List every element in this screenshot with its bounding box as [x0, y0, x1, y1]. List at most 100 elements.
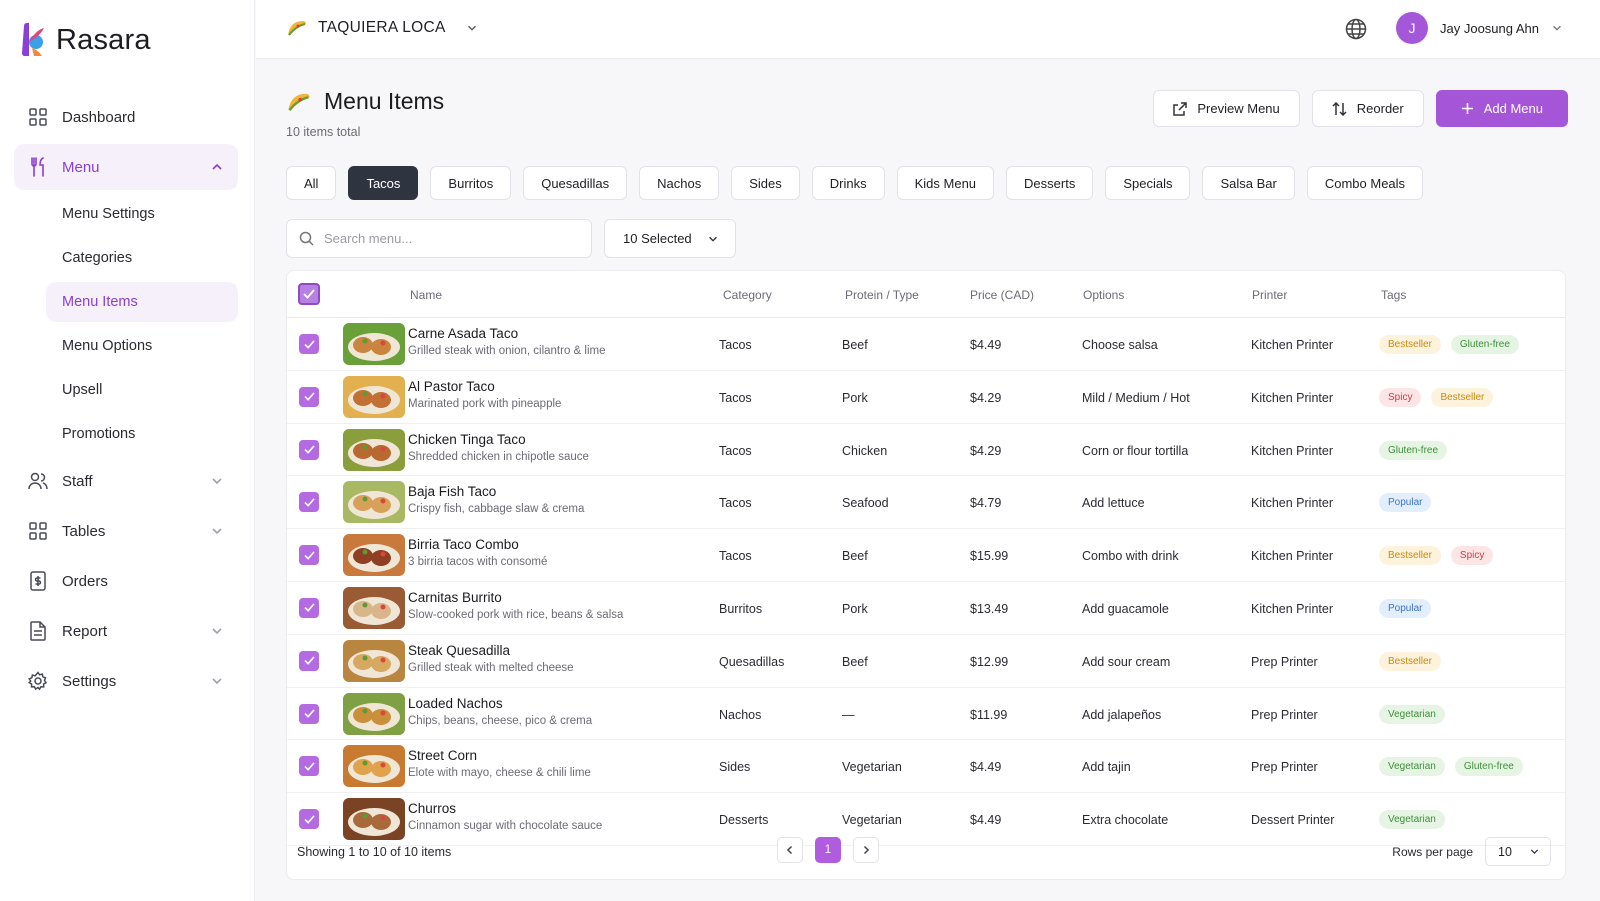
tab-all[interactable]: All [286, 166, 337, 200]
column-header-options[interactable]: Options [1083, 288, 1124, 302]
item-tags: Bestseller Spicy [1379, 546, 1503, 566]
item-description: Chips, beans, cheese, pico & crema [408, 714, 593, 727]
tab-drinks[interactable]: Drinks [811, 166, 885, 200]
prev-page-button[interactable] [777, 837, 803, 863]
showing-summary: Showing 1 to 10 of 10 items [297, 845, 452, 859]
tab-nachos[interactable]: Nachos [639, 166, 720, 200]
table-row[interactable]: Al Pastor Taco Marinated pork with pinea… [287, 371, 1565, 424]
sidebar-item-tables[interactable]: Tables [14, 508, 238, 554]
tab-desserts[interactable]: Desserts [1006, 166, 1094, 200]
item-description: Elote with mayo, cheese & chili lime [408, 767, 591, 780]
item-thumbnail [343, 586, 405, 629]
table-row[interactable]: Steak Quesadilla Grilled steak with melt… [287, 635, 1565, 688]
submenu-item-promotions[interactable]: Promotions [46, 414, 238, 454]
table-row[interactable]: Chicken Tinga Taco Shredded chicken in c… [287, 424, 1565, 477]
tab-tacos[interactable]: Tacos [348, 166, 419, 200]
sidebar-item-report[interactable]: Report [14, 608, 238, 654]
plus-icon [1461, 103, 1473, 114]
tab-quesadillas[interactable]: Quesadillas [523, 166, 628, 200]
item-price: $4.49 [970, 338, 1002, 352]
search-box [286, 219, 592, 258]
next-page-button[interactable] [853, 837, 879, 863]
sidebar-item-staff[interactable]: Staff [14, 458, 238, 504]
sidebar-item-settings[interactable]: Settings [14, 658, 238, 704]
submenu-item-menu-settings[interactable]: Menu Settings [46, 194, 238, 234]
globe-icon[interactable] [1344, 17, 1368, 41]
column-header-price[interactable]: Price (CAD) [970, 288, 1034, 302]
item-options: Mild / Medium / Hot [1082, 390, 1190, 405]
check-icon [303, 392, 315, 402]
table-row[interactable]: Baja Fish Taco Crispy fish, cabbage slaw… [287, 476, 1565, 530]
column-header-tags[interactable]: Tags [1381, 288, 1406, 302]
submenu-item-menu-options[interactable]: Menu Options [46, 326, 238, 366]
sidebar-item-menu[interactable]: Menu [14, 144, 238, 190]
grid-icon [28, 107, 48, 127]
tab-sides[interactable]: Sides [731, 166, 800, 200]
row-checkbox[interactable] [299, 597, 319, 618]
column-header-name[interactable]: Name [410, 288, 442, 302]
row-checkbox[interactable] [299, 386, 319, 407]
user-menu[interactable]: J Jay Joosung Ahn [1396, 12, 1563, 44]
add-menu-label: Add Menu [1483, 101, 1543, 116]
page-button-1[interactable]: 1 [815, 837, 841, 863]
row-checkbox[interactable] [299, 756, 319, 777]
item-name: Baja Fish Taco [408, 484, 497, 500]
row-checkbox[interactable] [299, 334, 319, 354]
reorder-button[interactable]: Reorder [1311, 90, 1424, 127]
chevron-left-icon [786, 845, 793, 855]
row-checkbox[interactable] [299, 545, 319, 566]
submenu-item-upsell[interactable]: Upsell [46, 370, 238, 410]
table-row[interactable]: Carne Asada Taco Grilled steak with onio… [287, 318, 1565, 371]
chevron-down-icon [467, 25, 476, 31]
column-header-category[interactable]: Category [723, 288, 772, 302]
submenu-item-categories[interactable]: Categories [46, 238, 238, 278]
tab-specials[interactable]: Specials [1105, 166, 1191, 200]
tab-kids-menu[interactable]: Kids Menu [896, 166, 995, 200]
app-name: Rasara [56, 23, 151, 56]
table-row[interactable]: Loaded Nachos Chips, beans, cheese, pico… [287, 688, 1565, 741]
users-icon [28, 471, 48, 491]
tag-badge: Gluten-free [1450, 335, 1519, 354]
category-tabs: All Tacos Burritos Quesadillas Nachos Si… [286, 166, 1424, 200]
page-title: Menu Items [324, 88, 445, 114]
column-header-printer[interactable]: Printer [1252, 288, 1287, 302]
rows-per-page-select[interactable]: 10 [1485, 837, 1551, 866]
chevron-down-icon [212, 628, 222, 635]
preview-menu-button[interactable]: Preview Menu [1153, 90, 1300, 127]
item-printer: Kitchen Printer [1251, 496, 1333, 511]
preview-menu-label: Preview Menu [1197, 101, 1280, 116]
tag-badge: Popular [1379, 493, 1432, 513]
item-price: $12.99 [970, 654, 1009, 669]
check-icon [303, 551, 315, 560]
item-thumbnail [343, 639, 405, 682]
table-row[interactable]: Birria Taco Combo 3 birria tacos with co… [287, 529, 1565, 582]
item-tags: Bestseller Gluten-free [1379, 335, 1529, 354]
search-input[interactable] [324, 231, 574, 246]
tab-salsa-bar[interactable]: Salsa Bar [1202, 166, 1295, 200]
tag-badge: Popular [1379, 598, 1432, 618]
table-row[interactable]: Carnitas Burrito Slow-cooked pork with r… [287, 582, 1565, 635]
item-price: $15.99 [970, 549, 1009, 564]
sidebar: Rasara Dashboard Menu Menu Settings Cate… [0, 0, 255, 901]
item-protein: Seafood [842, 496, 889, 511]
item-price: $11.99 [970, 707, 1008, 722]
tab-burritos[interactable]: Burritos [430, 166, 512, 200]
row-checkbox[interactable] [299, 703, 319, 724]
tag-badge: Spicy [1450, 546, 1494, 566]
app-logo[interactable]: Rasara [20, 22, 151, 58]
select-all-checkbox[interactable] [298, 283, 320, 305]
selection-dropdown[interactable]: 10 Selected [604, 219, 736, 258]
add-menu-button[interactable]: Add Menu [1435, 90, 1568, 127]
restaurant-switcher[interactable]: TAQUIERA LOCA [286, 18, 478, 38]
sidebar-item-orders[interactable]: Orders [14, 558, 238, 604]
row-checkbox[interactable] [299, 492, 319, 513]
column-header-protein[interactable]: Protein / Type [845, 288, 919, 302]
tab-combo-meals[interactable]: Combo Meals [1306, 166, 1424, 200]
table-row[interactable]: Street Corn Elote with mayo, cheese & ch… [287, 740, 1565, 794]
sidebar-item-label: Menu [62, 158, 100, 176]
sidebar-item-dashboard[interactable]: Dashboard [14, 94, 238, 140]
submenu-item-menu-items[interactable]: Menu Items [46, 282, 238, 322]
row-checkbox[interactable] [299, 439, 319, 460]
row-checkbox[interactable] [299, 650, 319, 671]
chevron-up-icon [212, 163, 222, 170]
